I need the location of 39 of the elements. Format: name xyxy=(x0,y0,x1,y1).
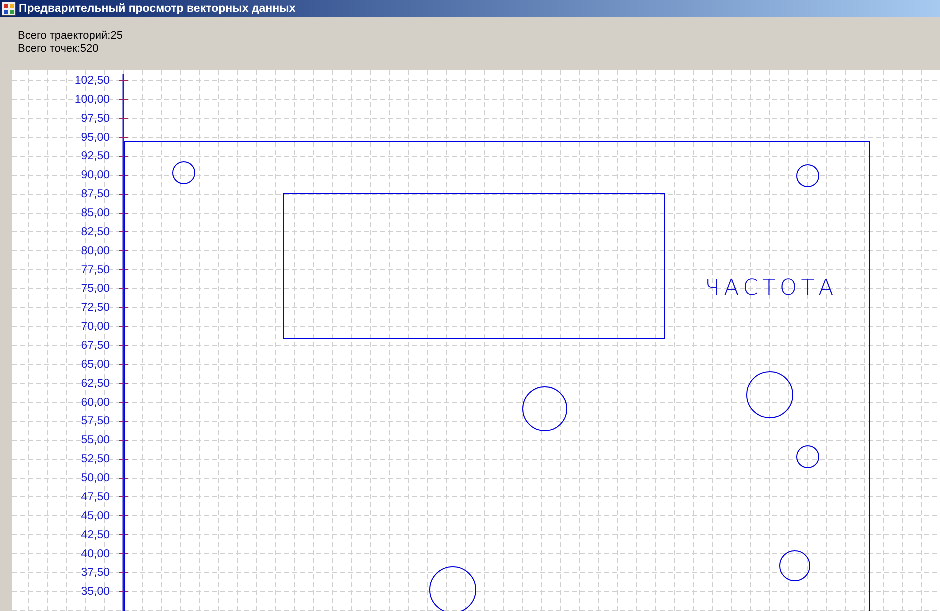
y-axis-label: 75,00 xyxy=(81,283,110,296)
y-axis-label: 57,50 xyxy=(81,416,110,428)
y-axis-label: 60,00 xyxy=(81,396,110,409)
window-icon xyxy=(2,2,16,16)
y-axis-label: 80,00 xyxy=(81,245,110,258)
y-axis-label: 90,00 xyxy=(81,170,110,182)
circle-shape xyxy=(522,386,568,432)
y-axis-label: 85,00 xyxy=(81,208,110,220)
y-axis-label: 55,00 xyxy=(81,434,110,447)
window-title: Предварительный просмотр векторных данных xyxy=(19,2,296,14)
y-axis-label: 100,00 xyxy=(74,94,110,106)
circle-shape xyxy=(796,164,820,188)
y-axis-label: 97,50 xyxy=(81,112,110,125)
y-axis-label: 37,50 xyxy=(81,567,110,580)
stat-label: Всего точек:520 xyxy=(18,43,100,56)
y-axis-label: 62,50 xyxy=(81,378,110,390)
y-axis-label: 65,00 xyxy=(81,358,110,371)
y-axis-label: 102,50 xyxy=(74,75,110,87)
y-axis-label: 92,50 xyxy=(81,150,110,163)
y-axis-label: 45,00 xyxy=(81,510,110,522)
circle-shape xyxy=(746,372,794,418)
y-axis-label: 52,50 xyxy=(81,454,110,466)
y-axis-label: 70,00 xyxy=(81,321,110,334)
circle-shape xyxy=(796,446,820,468)
y-axis-label: 82,50 xyxy=(81,226,110,238)
y-axis-label: 47,50 xyxy=(81,491,110,504)
circle-shape xyxy=(172,162,196,184)
y-axis-label: 50,00 xyxy=(81,472,110,485)
y-axis-label: 40,00 xyxy=(81,548,110,560)
y-axis-label: 67,50 xyxy=(81,340,110,352)
circle-shape xyxy=(780,550,810,582)
y-axis-label: 72,50 xyxy=(81,302,110,314)
y-axis-label: 42,50 xyxy=(81,529,110,542)
stat-label: Всего траекторий:25 xyxy=(18,30,124,43)
y-axis-label: 95,00 xyxy=(81,132,110,144)
y-axis-label: 87,50 xyxy=(81,188,110,201)
y-axis-label: 35,00 xyxy=(81,586,110,598)
y-axis-label: 77,50 xyxy=(81,264,110,276)
drawing-label: ЧАСТОТА xyxy=(705,276,838,301)
